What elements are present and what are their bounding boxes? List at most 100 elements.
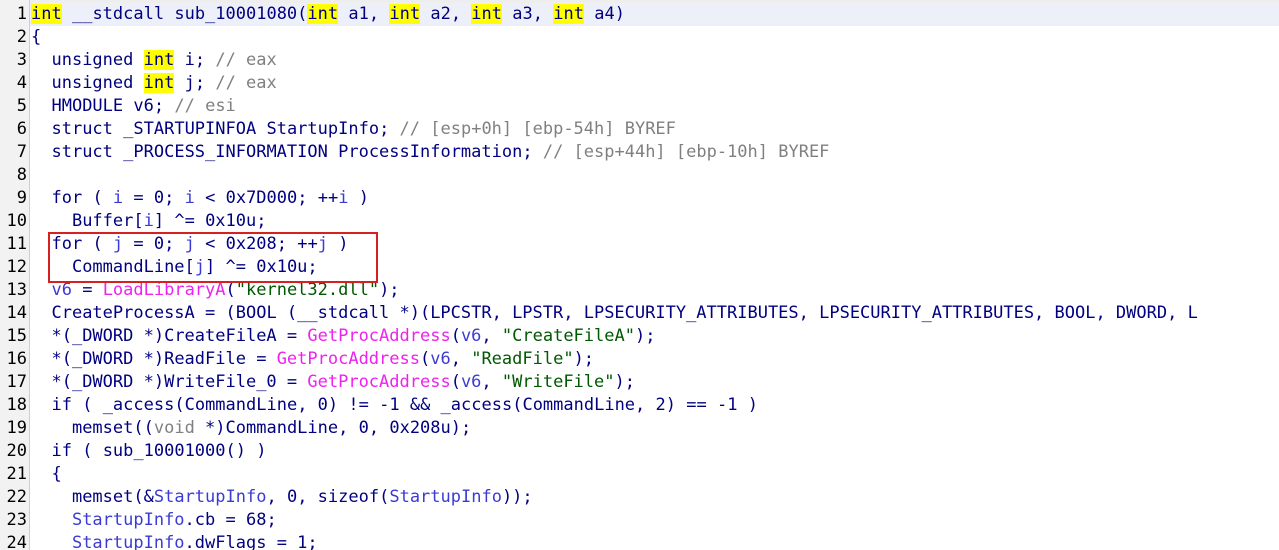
keyword-struct[interactable]: struct bbox=[51, 142, 112, 162]
literal-number: 0 bbox=[153, 188, 165, 208]
param-a1[interactable]: a1 bbox=[348, 4, 368, 24]
code-line-15[interactable]: 15 *(_DWORD *)CreateFileA = GetProcAddre… bbox=[0, 325, 1198, 348]
var-createfilea[interactable]: CreateFileA bbox=[164, 326, 277, 346]
type-hmodule[interactable]: HMODULE bbox=[51, 96, 123, 116]
var-v6[interactable]: v6 bbox=[430, 349, 450, 369]
calling-convention[interactable]: __stdcall bbox=[72, 4, 164, 24]
keyword-int[interactable]: int bbox=[471, 4, 503, 24]
var-v6[interactable]: v6 bbox=[461, 326, 481, 346]
code-line-9[interactable]: 9 for ( i = 0; i < 0x7D000; ++i ) bbox=[0, 187, 1198, 210]
type-process-information[interactable]: _PROCESS_INFORMATION bbox=[123, 142, 328, 162]
keyword-unsigned[interactable]: unsigned bbox=[51, 50, 133, 70]
var-i[interactable]: i bbox=[185, 188, 195, 208]
import-getprocaddress[interactable]: GetProcAddress bbox=[307, 326, 450, 346]
param-a4[interactable]: a4 bbox=[594, 4, 614, 24]
keyword-int[interactable]: int bbox=[553, 4, 584, 24]
var-v6[interactable]: v6 bbox=[461, 372, 481, 392]
var-i[interactable]: i bbox=[338, 188, 348, 208]
var-commandline[interactable]: CommandLine bbox=[226, 418, 339, 438]
keyword-int[interactable]: int bbox=[31, 4, 62, 24]
import-loadlibrarya[interactable]: LoadLibraryA bbox=[103, 280, 226, 300]
var-createprocessa[interactable]: CreateProcessA bbox=[51, 303, 194, 323]
keyword-int[interactable]: int bbox=[143, 73, 175, 93]
keyword-int[interactable]: int bbox=[389, 4, 421, 24]
param-a2[interactable]: a2 bbox=[430, 4, 450, 24]
code-line-20[interactable]: 20 if ( sub_10001000() ) bbox=[0, 440, 1198, 463]
var-readfile[interactable]: ReadFile bbox=[164, 349, 246, 369]
var-i[interactable]: i bbox=[113, 188, 123, 208]
keyword-void: void bbox=[153, 418, 195, 438]
func-memset[interactable]: memset bbox=[72, 418, 133, 438]
func-access[interactable]: _access bbox=[103, 395, 175, 415]
var-commandline[interactable]: CommandLine bbox=[522, 395, 635, 415]
var-startupinfo[interactable]: StartupInfo bbox=[389, 487, 502, 507]
code-line-14[interactable]: 14 CreateProcessA = (BOOL (__stdcall *)(… bbox=[0, 302, 1198, 325]
keyword-sizeof[interactable]: sizeof bbox=[318, 487, 379, 507]
var-j[interactable]: j bbox=[185, 73, 195, 93]
code-line-5[interactable]: 5 HMODULE v6; // esi bbox=[0, 95, 1198, 118]
func-access[interactable]: _access bbox=[441, 395, 513, 415]
var-startupinfo[interactable]: StartupInfo bbox=[154, 487, 267, 507]
literal-number: 0x7D000 bbox=[225, 188, 298, 208]
string-literal[interactable]: "kernel32.dll" bbox=[236, 280, 379, 300]
import-getprocaddress[interactable]: GetProcAddress bbox=[277, 349, 420, 369]
var-processinformation[interactable]: ProcessInformation bbox=[338, 142, 522, 162]
comment-stack-offset: [esp+0h] [ebp-54h] BYREF bbox=[430, 119, 676, 139]
code-line-23[interactable]: 23 StartupInfo.cb = 68; bbox=[0, 509, 1198, 532]
comment-stack-offset: [esp+44h] [ebp-10h] BYREF bbox=[573, 142, 830, 162]
line-number: 1 bbox=[16, 4, 27, 24]
var-startupinfo[interactable]: StartupInfo bbox=[266, 119, 379, 139]
line-number: 22 bbox=[6, 487, 27, 507]
var-i[interactable]: i bbox=[144, 211, 154, 231]
func-memset[interactable]: memset bbox=[72, 487, 133, 507]
code-line-1[interactable]: 1 int __stdcall sub_10001080(int a1, int … bbox=[0, 3, 1198, 26]
code-line-19[interactable]: 19 memset((void *)CommandLine, 0, 0x208u… bbox=[0, 417, 1198, 440]
code-line-4[interactable]: 4 unsigned int j; // eax bbox=[0, 72, 1198, 95]
var-startupinfo[interactable]: StartupInfo bbox=[72, 533, 185, 550]
keyword-unsigned[interactable]: unsigned bbox=[51, 73, 133, 93]
function-pointer-cast: (BOOL (__stdcall *)(LPCSTR, LPSTR, LPSEC… bbox=[225, 303, 1198, 323]
code-line-16[interactable]: 16 *(_DWORD *)ReadFile = GetProcAddress(… bbox=[0, 348, 1198, 371]
var-buffer[interactable]: Buffer bbox=[72, 211, 133, 231]
line-number: 4 bbox=[16, 73, 27, 93]
keyword-for[interactable]: for bbox=[51, 188, 82, 208]
var-v6[interactable]: v6 bbox=[133, 96, 153, 116]
field-dwflags[interactable]: dwFlags bbox=[195, 533, 267, 550]
keyword-struct[interactable]: struct bbox=[51, 119, 112, 139]
literal-number: 0 bbox=[317, 395, 328, 415]
code-line-3[interactable]: 3 unsigned int i; // eax bbox=[0, 49, 1198, 72]
line-number: 21 bbox=[6, 464, 27, 484]
var-v6[interactable]: v6 bbox=[51, 280, 71, 300]
type-startupinfoa[interactable]: _STARTUPINFOA bbox=[123, 119, 256, 139]
keyword-if[interactable]: if bbox=[51, 441, 71, 461]
line-number: 8 bbox=[16, 165, 27, 185]
var-i[interactable]: i bbox=[185, 50, 195, 70]
code-line-18[interactable]: 18 if ( _access(CommandLine, 0) != -1 &&… bbox=[0, 394, 1198, 417]
code-line-22[interactable]: 22 memset(&StartupInfo, 0, sizeof(Startu… bbox=[0, 486, 1198, 509]
code-line-21[interactable]: 21 { bbox=[0, 463, 1198, 486]
function-name[interactable]: sub_10001080 bbox=[174, 4, 297, 24]
literal-number: -1 bbox=[379, 395, 400, 415]
code-line-7[interactable]: 7 struct _PROCESS_INFORMATION ProcessInf… bbox=[0, 141, 1198, 164]
pseudocode-view[interactable]: 1 int __stdcall sub_10001080(int a1, int … bbox=[0, 0, 1279, 550]
code-line-10[interactable]: 10 Buffer[i] ^= 0x10u; bbox=[0, 210, 1198, 233]
code-line-24[interactable]: 24 StartupInfo.dwFlags = 1; bbox=[0, 532, 1198, 550]
keyword-int[interactable]: int bbox=[143, 50, 175, 70]
string-literal[interactable]: "ReadFile" bbox=[471, 349, 573, 369]
code-line-17[interactable]: 17 *(_DWORD *)WriteFile_0 = GetProcAddre… bbox=[0, 371, 1198, 394]
code-line-2[interactable]: 2{ bbox=[0, 26, 1198, 49]
keyword-int[interactable]: int bbox=[307, 4, 339, 24]
import-getprocaddress[interactable]: GetProcAddress bbox=[307, 372, 450, 392]
param-a3[interactable]: a3 bbox=[512, 4, 532, 24]
field-cb[interactable]: cb bbox=[195, 510, 215, 530]
var-startupinfo[interactable]: StartupInfo bbox=[72, 510, 185, 530]
func-sub-10001000[interactable]: sub_10001000 bbox=[103, 441, 226, 461]
keyword-if[interactable]: if bbox=[51, 395, 71, 415]
line-number: 11 bbox=[6, 234, 27, 254]
var-commandline[interactable]: CommandLine bbox=[185, 395, 298, 415]
code-line-6[interactable]: 6 struct _STARTUPINFOA StartupInfo; // [… bbox=[0, 118, 1198, 141]
string-literal[interactable]: "CreateFileA" bbox=[502, 326, 635, 346]
string-literal[interactable]: "WriteFile" bbox=[502, 372, 615, 392]
var-writefile-0[interactable]: WriteFile_0 bbox=[164, 372, 277, 392]
code-line-8[interactable]: 8 bbox=[0, 164, 1198, 187]
